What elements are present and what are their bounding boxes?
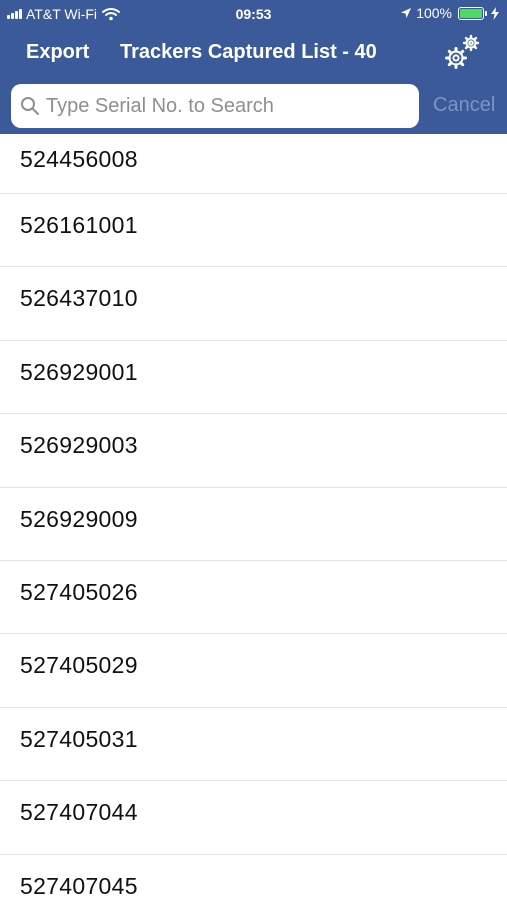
list-item[interactable]: 527405031 <box>0 707 507 782</box>
cancel-button[interactable]: Cancel <box>433 94 495 117</box>
page-title: Trackers Captured List - 40 <box>120 41 377 63</box>
settings-button[interactable] <box>440 30 486 74</box>
list-item[interactable]: 527405026 <box>0 560 507 635</box>
search-icon <box>21 97 39 115</box>
tracker-list: 524456008 526161001 526437010 526929001 5269… <box>0 134 507 900</box>
list-item[interactable]: 526929009 <box>0 487 507 561</box>
gears-icon <box>445 34 480 69</box>
serial-number-label: 526929009 <box>20 505 138 532</box>
battery-icon <box>458 6 487 20</box>
serial-number-label: 527405029 <box>20 652 138 679</box>
list-item[interactable]: 527407044 <box>0 781 507 855</box>
list-item[interactable]: 524456008 <box>0 134 507 194</box>
serial-number-label: 527407044 <box>20 799 138 826</box>
search-input[interactable] <box>46 84 411 128</box>
serial-number-label: 527407045 <box>20 872 138 899</box>
serial-number-label: 527405031 <box>20 725 138 752</box>
search-bar: Cancel <box>0 78 507 134</box>
serial-number-label: 526161001 <box>20 212 138 238</box>
serial-number-label: 526929003 <box>20 432 138 459</box>
location-arrow-icon <box>401 8 412 18</box>
list-item[interactable]: 526437010 <box>0 267 507 341</box>
search-field[interactable] <box>11 84 419 128</box>
serial-number-label: 527405026 <box>20 578 138 605</box>
app-screen: AT&T Wi-Fi 09:53 100% Export Trackers Ca… <box>0 0 507 900</box>
export-button[interactable]: Export <box>26 41 89 64</box>
battery-percent: 100% <box>416 5 452 21</box>
list-item[interactable]: 527407045 <box>0 854 507 900</box>
serial-number-label: 526437010 <box>20 285 138 312</box>
status-right: 100% <box>400 5 499 21</box>
navigation-bar: Export Trackers Captured List - 40 <box>0 28 507 78</box>
battery-fill <box>460 8 482 18</box>
list-item[interactable]: 526929001 <box>0 340 507 415</box>
serial-number-label: 524456008 <box>20 146 138 172</box>
status-bar: AT&T Wi-Fi 09:53 100% <box>0 0 507 28</box>
list-item[interactable]: 526929003 <box>0 414 507 488</box>
serial-number-label: 526929001 <box>20 358 138 385</box>
list-item[interactable]: 527405029 <box>0 634 507 708</box>
list-item[interactable]: 526161001 <box>0 194 507 268</box>
charging-bolt-icon <box>491 6 499 20</box>
